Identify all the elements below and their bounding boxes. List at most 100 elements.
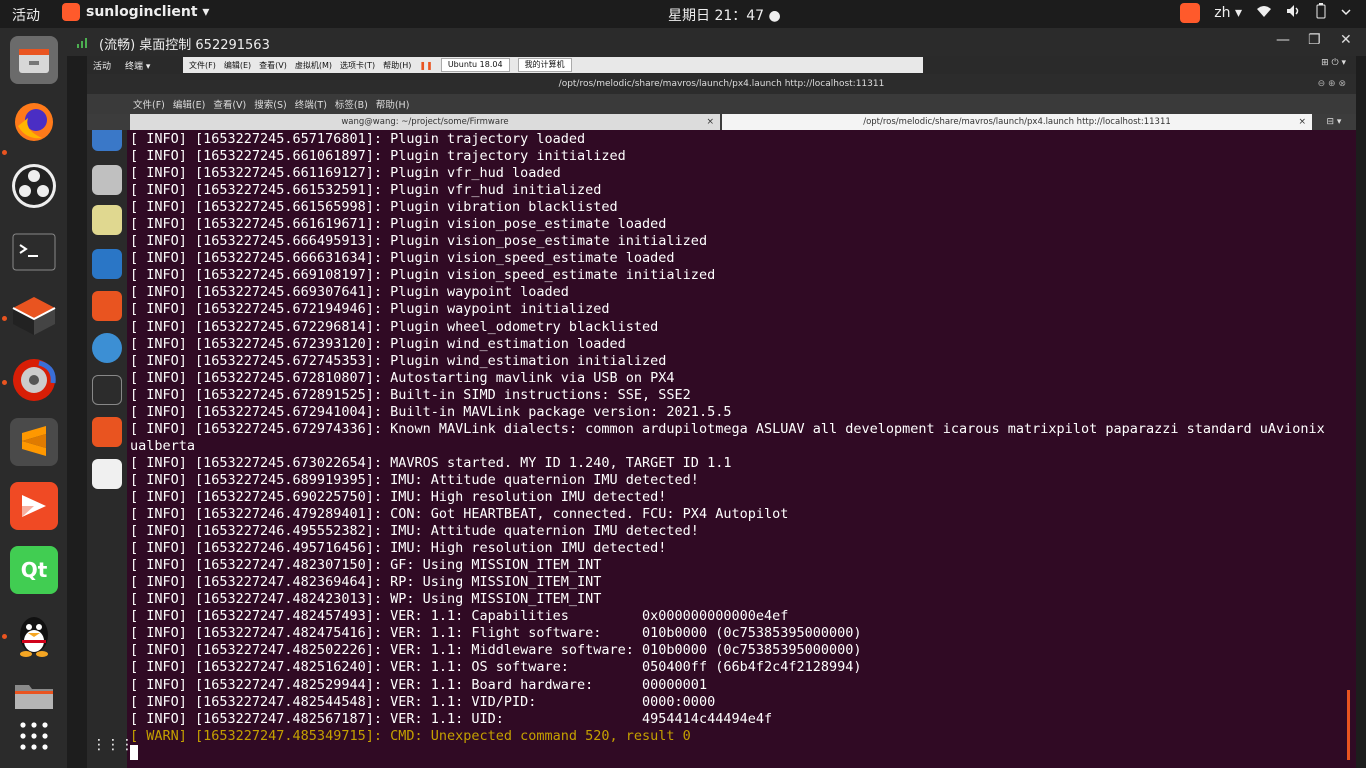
remote-desktop[interactable]: 活动 终端 ▾ 文件(F) 编辑(E) 查看(V) 虚拟机(M) 选项卡(T) …	[87, 56, 1356, 768]
close-tab-icon[interactable]: ×	[706, 114, 714, 130]
prompt-line	[130, 744, 1342, 763]
vm-rhythmbox-icon[interactable]	[92, 205, 122, 235]
log-line: [ INFO] [1653227245.672745353]: Plugin w…	[130, 352, 667, 369]
firefox-icon[interactable]	[10, 98, 58, 146]
sunlogin-tray-icon[interactable]	[1180, 3, 1201, 23]
sublime-icon[interactable]	[10, 418, 58, 466]
log-line: [ INFO] [1653227247.482307150]: GF: Usin…	[130, 557, 602, 574]
log-line: [ INFO] [1653227245.666631634]: Plugin v…	[130, 250, 675, 267]
sunlogin-icon[interactable]	[10, 482, 58, 530]
log-line: [ INFO] [1653227246.479289401]: CON: Got…	[130, 506, 789, 523]
tab-label: /opt/ros/melodic/share/mavros/launch/px4…	[863, 117, 1171, 127]
remote-control-titlebar: (流畅) 桌面控制 652291563 — ❐ ✕	[67, 28, 1366, 56]
sunlogin-app-icon	[62, 3, 80, 21]
vm-menu-view[interactable]: 查看(V)	[259, 60, 287, 71]
running-indicator	[2, 316, 7, 321]
show-apps-icon[interactable]	[10, 712, 58, 760]
vm-menu-tabs[interactable]: 选项卡(T)	[340, 60, 375, 71]
log-line: [ INFO] [1653227245.672194946]: Plugin w…	[130, 301, 610, 318]
log-line: [ INFO] [1653227245.672974336]: Known MA…	[130, 420, 1333, 454]
log-line: [ INFO] [1653227247.482567187]: VER: 1.1…	[130, 710, 773, 727]
log-line: [ INFO] [1653227247.482423013]: WP: Usin…	[130, 591, 602, 608]
vm-text-editor-icon[interactable]	[92, 459, 122, 489]
menu-terminal[interactable]: 终端(T)	[295, 97, 327, 111]
tab-label: wang@wang: ~/project/some/Firmware	[341, 117, 509, 127]
vm-show-apps-icon[interactable]: ⋮⋮⋮	[92, 730, 134, 760]
activities-button[interactable]: 活动	[12, 5, 40, 25]
app-menu-label: sunloginclient ▾	[86, 4, 210, 20]
log-line: [ INFO] [1653227247.482516240]: VER: 1.1…	[130, 659, 862, 676]
log-line: [ INFO] [1653227245.690225750]: IMU: Hig…	[130, 488, 667, 505]
log-line: [ INFO] [1653227245.661169127]: Plugin v…	[130, 165, 561, 182]
running-indicator	[2, 380, 7, 385]
log-line: [ INFO] [1653227245.672891525]: Built-in…	[130, 386, 691, 403]
log-line: [ INFO] [1653227245.672941004]: Built-in…	[130, 403, 732, 420]
box-icon[interactable]	[10, 292, 58, 340]
close-icon[interactable]: ✕	[1340, 32, 1352, 48]
vm-tab-ubuntu[interactable]: Ubuntu 18.04	[440, 58, 510, 72]
signal-icon	[77, 36, 89, 48]
warn-line: [ WARN] [1653227247.485349715]: CMD: Une…	[130, 727, 691, 744]
terminal-window-title: /opt/ros/melodic/share/mavros/launch/px4…	[558, 79, 885, 89]
obs-icon[interactable]	[10, 162, 58, 210]
vm-terminal-menu[interactable]: 终端 ▾	[125, 59, 150, 72]
log-line: [ INFO] [1653227247.482502226]: VER: 1.1…	[130, 642, 862, 659]
menu-search[interactable]: 搜索(S)	[254, 97, 286, 111]
vm-help-icon[interactable]	[92, 333, 122, 363]
status-area[interactable]: zh ▾	[1180, 3, 1352, 23]
log-line: [ INFO] [1653227245.661061897]: Plugin t…	[130, 148, 626, 165]
minimize-icon[interactable]: —	[1276, 32, 1290, 48]
vmware-toolbar: 文件(F) 编辑(E) 查看(V) 虚拟机(M) 选项卡(T) 帮助(H) ❚❚…	[183, 57, 923, 73]
app-menu[interactable]: sunloginclient ▾	[62, 3, 209, 21]
log-line: [ INFO] [1653227247.482457493]: VER: 1.1…	[130, 608, 789, 625]
netease-music-icon[interactable]	[10, 356, 58, 404]
menu-file[interactable]: 文件(F)	[133, 97, 165, 111]
language-indicator[interactable]: zh ▾	[1214, 5, 1242, 21]
vm-tab-my-computer[interactable]: 我的计算机	[517, 58, 572, 72]
menu-edit[interactable]: 编辑(E)	[173, 97, 205, 111]
terminal-output[interactable]: [ INFO] [1653227245.657176801]: Plugin t…	[130, 130, 1342, 766]
terminal-icon[interactable]	[10, 228, 58, 276]
log-line: [ INFO] [1653227247.482544548]: VER: 1.1…	[130, 693, 716, 710]
log-line: [ INFO] [1653227245.669307641]: Plugin w…	[130, 284, 569, 301]
vm-menu-help[interactable]: 帮助(H)	[383, 60, 411, 71]
tab-mavros[interactable]: /opt/ros/melodic/share/mavros/launch/px4…	[722, 114, 1312, 130]
close-tab-icon[interactable]: ×	[1298, 114, 1306, 130]
vm-software-icon[interactable]	[92, 291, 122, 321]
log-line: [ INFO] [1653227245.673022654]: MAVROS s…	[130, 454, 732, 471]
vm-status-icons[interactable]: ⊞ ⏻ ▾	[1321, 58, 1346, 68]
qq-icon[interactable]	[10, 610, 58, 658]
tab-firmware[interactable]: wang@wang: ~/project/some/Firmware ×	[130, 114, 720, 130]
window-controls[interactable]: ⊖ ⊕ ⊗	[1318, 74, 1346, 94]
vm-files-icon[interactable]	[92, 165, 122, 195]
menu-view[interactable]: 查看(V)	[213, 97, 246, 111]
log-line: [ INFO] [1653227247.482529944]: VER: 1.1…	[130, 676, 708, 693]
maximize-icon[interactable]: ❐	[1308, 32, 1321, 48]
terminal-scrollbar[interactable]	[1347, 690, 1350, 760]
menu-tabs[interactable]: 标签(B)	[335, 97, 368, 111]
vm-menu-edit[interactable]: 编辑(E)	[224, 60, 251, 71]
new-tab-menu-icon[interactable]: ⊟ ▾	[1314, 114, 1354, 130]
menu-help[interactable]: 帮助(H)	[376, 97, 410, 111]
log-line: [ INFO] [1653227245.672296814]: Plugin w…	[130, 318, 659, 335]
vm-top-bar: 活动 终端 ▾ 文件(F) 编辑(E) 查看(V) 虚拟机(M) 选项卡(T) …	[87, 56, 1356, 74]
power-menu-icon	[1340, 5, 1352, 21]
log-line: [ INFO] [1653227247.482369464]: RP: Usin…	[130, 574, 602, 591]
vm-dock: ⋮⋮⋮	[87, 74, 134, 768]
vm-box-icon[interactable]	[92, 417, 122, 447]
battery-icon	[1316, 3, 1326, 23]
vm-terminal-icon[interactable]	[92, 375, 122, 405]
pause-icon[interactable]: ❚❚	[419, 61, 432, 70]
log-line: [ INFO] [1653227245.672810807]: Autostar…	[130, 369, 675, 386]
vm-menu-vm[interactable]: 虚拟机(M)	[295, 60, 332, 71]
vm-writer-icon[interactable]	[92, 249, 122, 279]
vm-activities-button[interactable]: 活动	[93, 59, 111, 72]
log-line: [ INFO] [1653227246.495716456]: IMU: Hig…	[130, 540, 667, 557]
vm-menu-file[interactable]: 文件(F)	[189, 60, 216, 71]
qt-icon[interactable]: Qt	[10, 546, 58, 594]
log-line: [ INFO] [1653227245.669108197]: Plugin v…	[130, 267, 716, 284]
clock[interactable]: 星期日 21：47 ●	[668, 5, 781, 25]
files-icon[interactable]	[10, 36, 58, 84]
running-indicator	[2, 150, 7, 155]
log-line: [ INFO] [1653227245.657176801]: Plugin t…	[130, 131, 586, 147]
